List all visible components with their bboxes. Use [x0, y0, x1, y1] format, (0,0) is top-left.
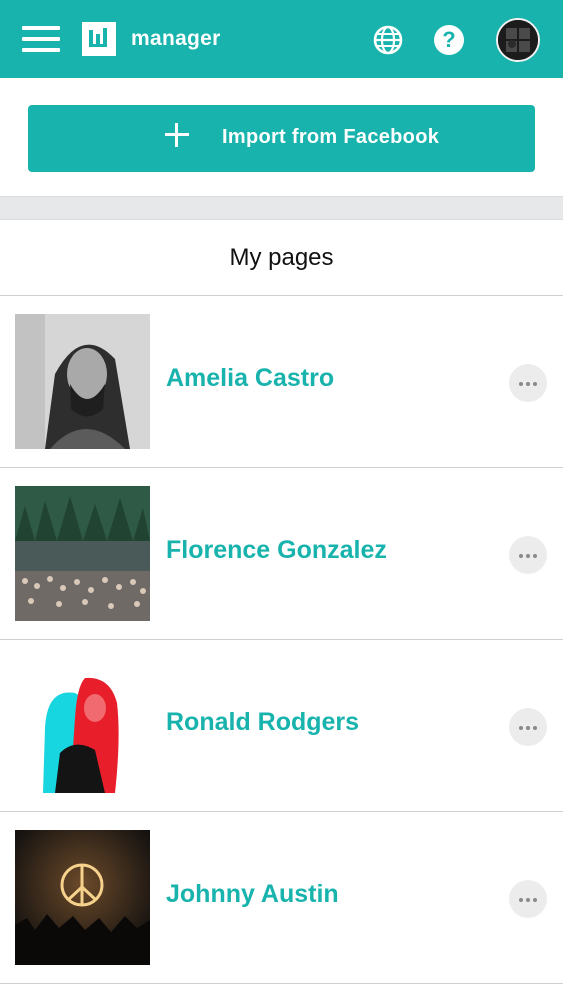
more-options-icon[interactable] — [509, 880, 547, 918]
page-thumbnail — [15, 830, 150, 965]
app-name: manager — [131, 27, 221, 50]
more-options-icon[interactable] — [509, 364, 547, 402]
page-row[interactable]: Johnny Austin — [0, 812, 563, 984]
page-row[interactable]: Amelia Castro — [0, 296, 563, 468]
page-name[interactable]: Florence Gonzalez — [166, 536, 387, 565]
page-name[interactable]: Ronald Rodgers — [166, 708, 359, 737]
page-name[interactable]: Amelia Castro — [166, 364, 334, 393]
section-divider — [0, 196, 563, 220]
section-title: My pages — [229, 244, 334, 271]
row-separator — [0, 983, 563, 984]
menu-icon[interactable] — [22, 24, 60, 54]
brand-logo-icon — [82, 22, 116, 56]
more-options-icon[interactable] — [509, 708, 547, 746]
globe-icon[interactable] — [372, 24, 404, 56]
more-options-icon[interactable] — [509, 536, 547, 574]
plus-icon — [165, 123, 189, 147]
page-thumbnail — [15, 658, 150, 793]
import-from-facebook-button[interactable]: Import from Facebook — [28, 105, 535, 172]
page-thumbnail — [15, 486, 150, 621]
import-button-label: Import from Facebook — [222, 126, 440, 148]
user-avatar[interactable] — [496, 18, 540, 62]
page-row[interactable]: Ronald Rodgers — [0, 640, 563, 812]
help-icon[interactable]: ? — [434, 25, 464, 55]
page-thumbnail — [15, 314, 150, 449]
page-row[interactable]: Florence Gonzalez — [0, 468, 563, 640]
top-app-bar: manager ? — [0, 0, 563, 78]
page-name[interactable]: Johnny Austin — [166, 880, 339, 909]
